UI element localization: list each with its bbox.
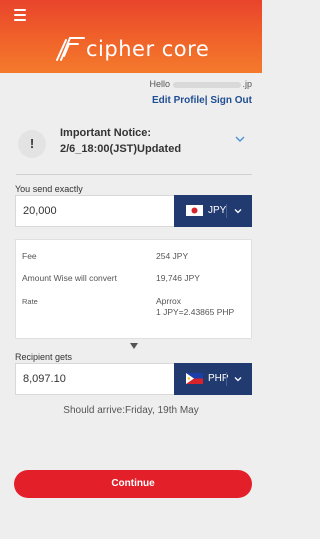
- send-currency-code: JPY: [208, 205, 227, 216]
- arrival-estimate: Should arrive:Friday, 19th May: [63, 405, 199, 416]
- continue-button[interactable]: Continue: [14, 470, 252, 498]
- send-amount-input[interactable]: 20,000: [23, 205, 57, 217]
- logo-mark-icon: [56, 37, 85, 61]
- hamburger-menu-icon[interactable]: [14, 9, 26, 21]
- receive-currency-select[interactable]: PHP: [174, 363, 252, 395]
- brand-name: cipher core: [86, 37, 210, 61]
- greeting-prefix: Hello: [149, 79, 170, 89]
- fee-details-panel: Fee 254 JPY Amount Wise will convert 19,…: [15, 239, 252, 339]
- fee-label: Fee: [22, 251, 37, 261]
- send-amount-field[interactable]: 20,000 JPY: [15, 195, 252, 227]
- receive-amount-field[interactable]: 8,097.10 PHP: [15, 363, 252, 395]
- rate-approx: Aprrox: [156, 296, 182, 306]
- receive-label: Recipient gets: [15, 352, 73, 362]
- chevron-down-icon: [234, 377, 242, 382]
- currency-separator: [226, 204, 227, 218]
- divider: [16, 174, 252, 175]
- account-greeting: Hello .jp: [149, 79, 252, 89]
- send-currency-select[interactable]: JPY: [174, 195, 252, 227]
- chevron-down-icon: [234, 209, 242, 214]
- app-header: cipher core: [0, 0, 262, 73]
- alert-icon: !: [18, 130, 46, 158]
- link-separator: |: [204, 95, 208, 106]
- edit-profile-link[interactable]: Edit Profile: [152, 95, 205, 106]
- rate-label: Rate: [22, 297, 38, 306]
- convert-label: Amount Wise will convert: [22, 273, 117, 283]
- greeting-suffix: .jp: [242, 79, 252, 89]
- philippines-flag-icon: [186, 373, 203, 384]
- currency-separator: [226, 372, 227, 386]
- rate-value: 1 JPY=2.43865 PHP: [156, 307, 235, 317]
- notice-text: Important Notice: 2/6_18:00(JST)Updated: [60, 125, 181, 157]
- chevron-down-icon[interactable]: [234, 133, 246, 145]
- convert-value: 19,746 JPY: [156, 273, 200, 283]
- send-label: You send exactly: [15, 184, 83, 194]
- notice-title: Important Notice:: [60, 127, 152, 139]
- important-notice[interactable]: ! Important Notice: 2/6_18:00(JST)Update…: [18, 122, 252, 168]
- triangle-down-icon: [130, 343, 138, 349]
- japan-flag-icon: [186, 205, 203, 216]
- brand-logo: cipher core: [52, 34, 232, 66]
- sign-out-link[interactable]: Sign Out: [210, 95, 252, 106]
- account-links: Edit Profile| Sign Out: [152, 95, 252, 106]
- fee-value: 254 JPY: [156, 251, 189, 261]
- receive-amount-input[interactable]: 8,097.10: [23, 373, 66, 385]
- notice-subtitle: 2/6_18:00(JST)Updated: [60, 143, 182, 155]
- redacted-email: [173, 81, 242, 88]
